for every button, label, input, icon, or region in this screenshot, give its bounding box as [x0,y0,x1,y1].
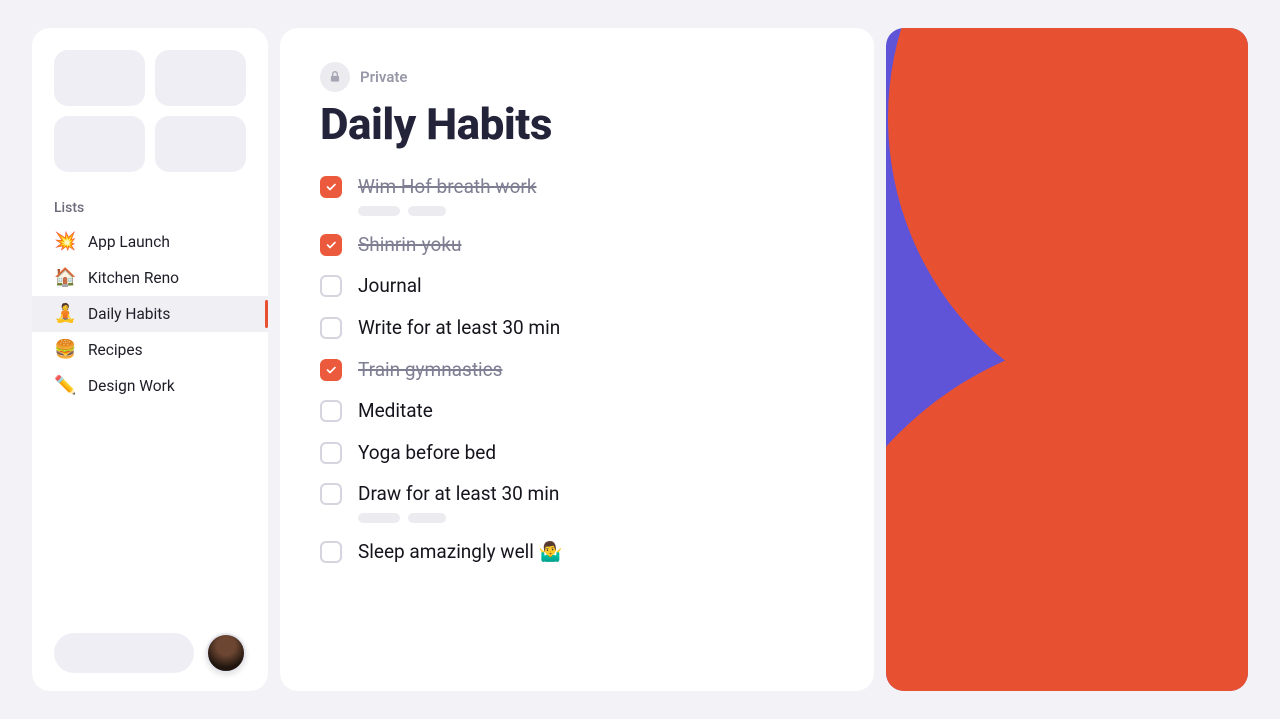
task-tags [358,206,834,216]
task-row[interactable]: Shinrin-yoku [320,224,834,266]
sidebar-item-label: Recipes [88,341,143,359]
task-label: Shinrin-yoku [358,232,834,258]
app-root: Lists 💥 App Launch 🏠 Kitchen Reno 🧘 Daily Hab… [0,0,1280,719]
avatar[interactable] [206,633,246,673]
sidebar-item-label: App Launch [88,233,170,251]
sidebar-list: 💥 App Launch 🏠 Kitchen Reno 🧘 Daily Habits 🍔 Re… [32,224,268,404]
sidebar-section-label: Lists [32,190,268,224]
task-checkbox[interactable] [320,483,342,505]
task-body: Meditate [358,398,834,424]
tag-placeholder [408,206,446,216]
task-row[interactable]: Train gymnastics [320,349,834,391]
sidebar-item-recipes[interactable]: 🍔 Recipes [32,332,268,368]
task-body: Write for at least 30 min [358,315,834,341]
sidebar-tile-grid [32,50,268,190]
task-label: Yoga before bed [358,440,834,466]
sidebar-item-icon: 🏠 [54,269,76,287]
privacy-label: Private [360,68,408,86]
sidebar-item-label: Kitchen Reno [88,269,179,287]
sidebar-item-label: Design Work [88,377,175,395]
task-row[interactable]: Wim Hof breath work [320,166,834,224]
sidebar-item-label: Daily Habits [88,305,170,323]
task-row[interactable]: Sleep amazingly well 🤷‍♂️ [320,531,834,573]
task-label: Meditate [358,398,834,424]
task-body: Draw for at least 30 min [358,481,834,523]
task-checkbox[interactable] [320,176,342,198]
sidebar-tile[interactable] [155,116,246,172]
task-body: Shinrin-yoku [358,232,834,258]
deco-shape-bottom [886,331,1248,691]
sidebar-item-icon: 🧘 [54,305,76,323]
sidebar-tile[interactable] [155,50,246,106]
task-row[interactable]: Meditate [320,390,834,432]
task-row[interactable]: Draw for at least 30 min [320,473,834,531]
task-row[interactable]: Journal [320,265,834,307]
sidebar-item-app-launch[interactable]: 💥 App Launch [32,224,268,260]
task-checkbox[interactable] [320,317,342,339]
task-checkbox[interactable] [320,359,342,381]
task-body: Journal [358,273,834,299]
task-body: Wim Hof breath work [358,174,834,216]
sidebar-tile[interactable] [54,116,145,172]
task-label: Draw for at least 30 min [358,481,834,507]
task-body: Sleep amazingly well 🤷‍♂️ [358,539,834,565]
sidebar-item-icon: 💥 [54,233,76,251]
sidebar-item-icon: 🍔 [54,341,76,359]
task-row[interactable]: Yoga before bed [320,432,834,474]
task-checkbox[interactable] [320,275,342,297]
lock-icon [320,62,350,92]
tag-placeholder [358,206,400,216]
sidebar-item-daily-habits[interactable]: 🧘 Daily Habits [32,296,268,332]
sidebar-tile[interactable] [54,50,145,106]
task-tags [358,513,834,523]
sidebar-footer-placeholder[interactable] [54,633,194,673]
page-title: Daily Habits [320,98,834,150]
task-body: Train gymnastics [358,357,834,383]
sidebar-footer [32,633,268,673]
sidebar: Lists 💥 App Launch 🏠 Kitchen Reno 🧘 Daily Hab… [32,28,268,691]
task-list: Wim Hof breath work Shinrin-yoku Journal Wr… [320,166,834,573]
task-row[interactable]: Write for at least 30 min [320,307,834,349]
task-checkbox[interactable] [320,541,342,563]
sidebar-item-design-work[interactable]: ✏️ Design Work [32,368,268,404]
task-label: Wim Hof breath work [358,174,834,200]
main-panel: Private Daily Habits Wim Hof breath work… [280,28,874,691]
task-label: Train gymnastics [358,357,834,383]
tag-placeholder [358,513,400,523]
privacy-indicator[interactable]: Private [320,62,408,92]
task-label: Sleep amazingly well 🤷‍♂️ [358,539,834,565]
task-label: Write for at least 30 min [358,315,834,341]
task-checkbox[interactable] [320,442,342,464]
task-label: Journal [358,273,834,299]
tag-placeholder [408,513,446,523]
decorative-panel [886,28,1248,691]
task-body: Yoga before bed [358,440,834,466]
sidebar-item-kitchen-reno[interactable]: 🏠 Kitchen Reno [32,260,268,296]
task-checkbox[interactable] [320,234,342,256]
sidebar-item-icon: ✏️ [54,377,76,395]
task-checkbox[interactable] [320,400,342,422]
